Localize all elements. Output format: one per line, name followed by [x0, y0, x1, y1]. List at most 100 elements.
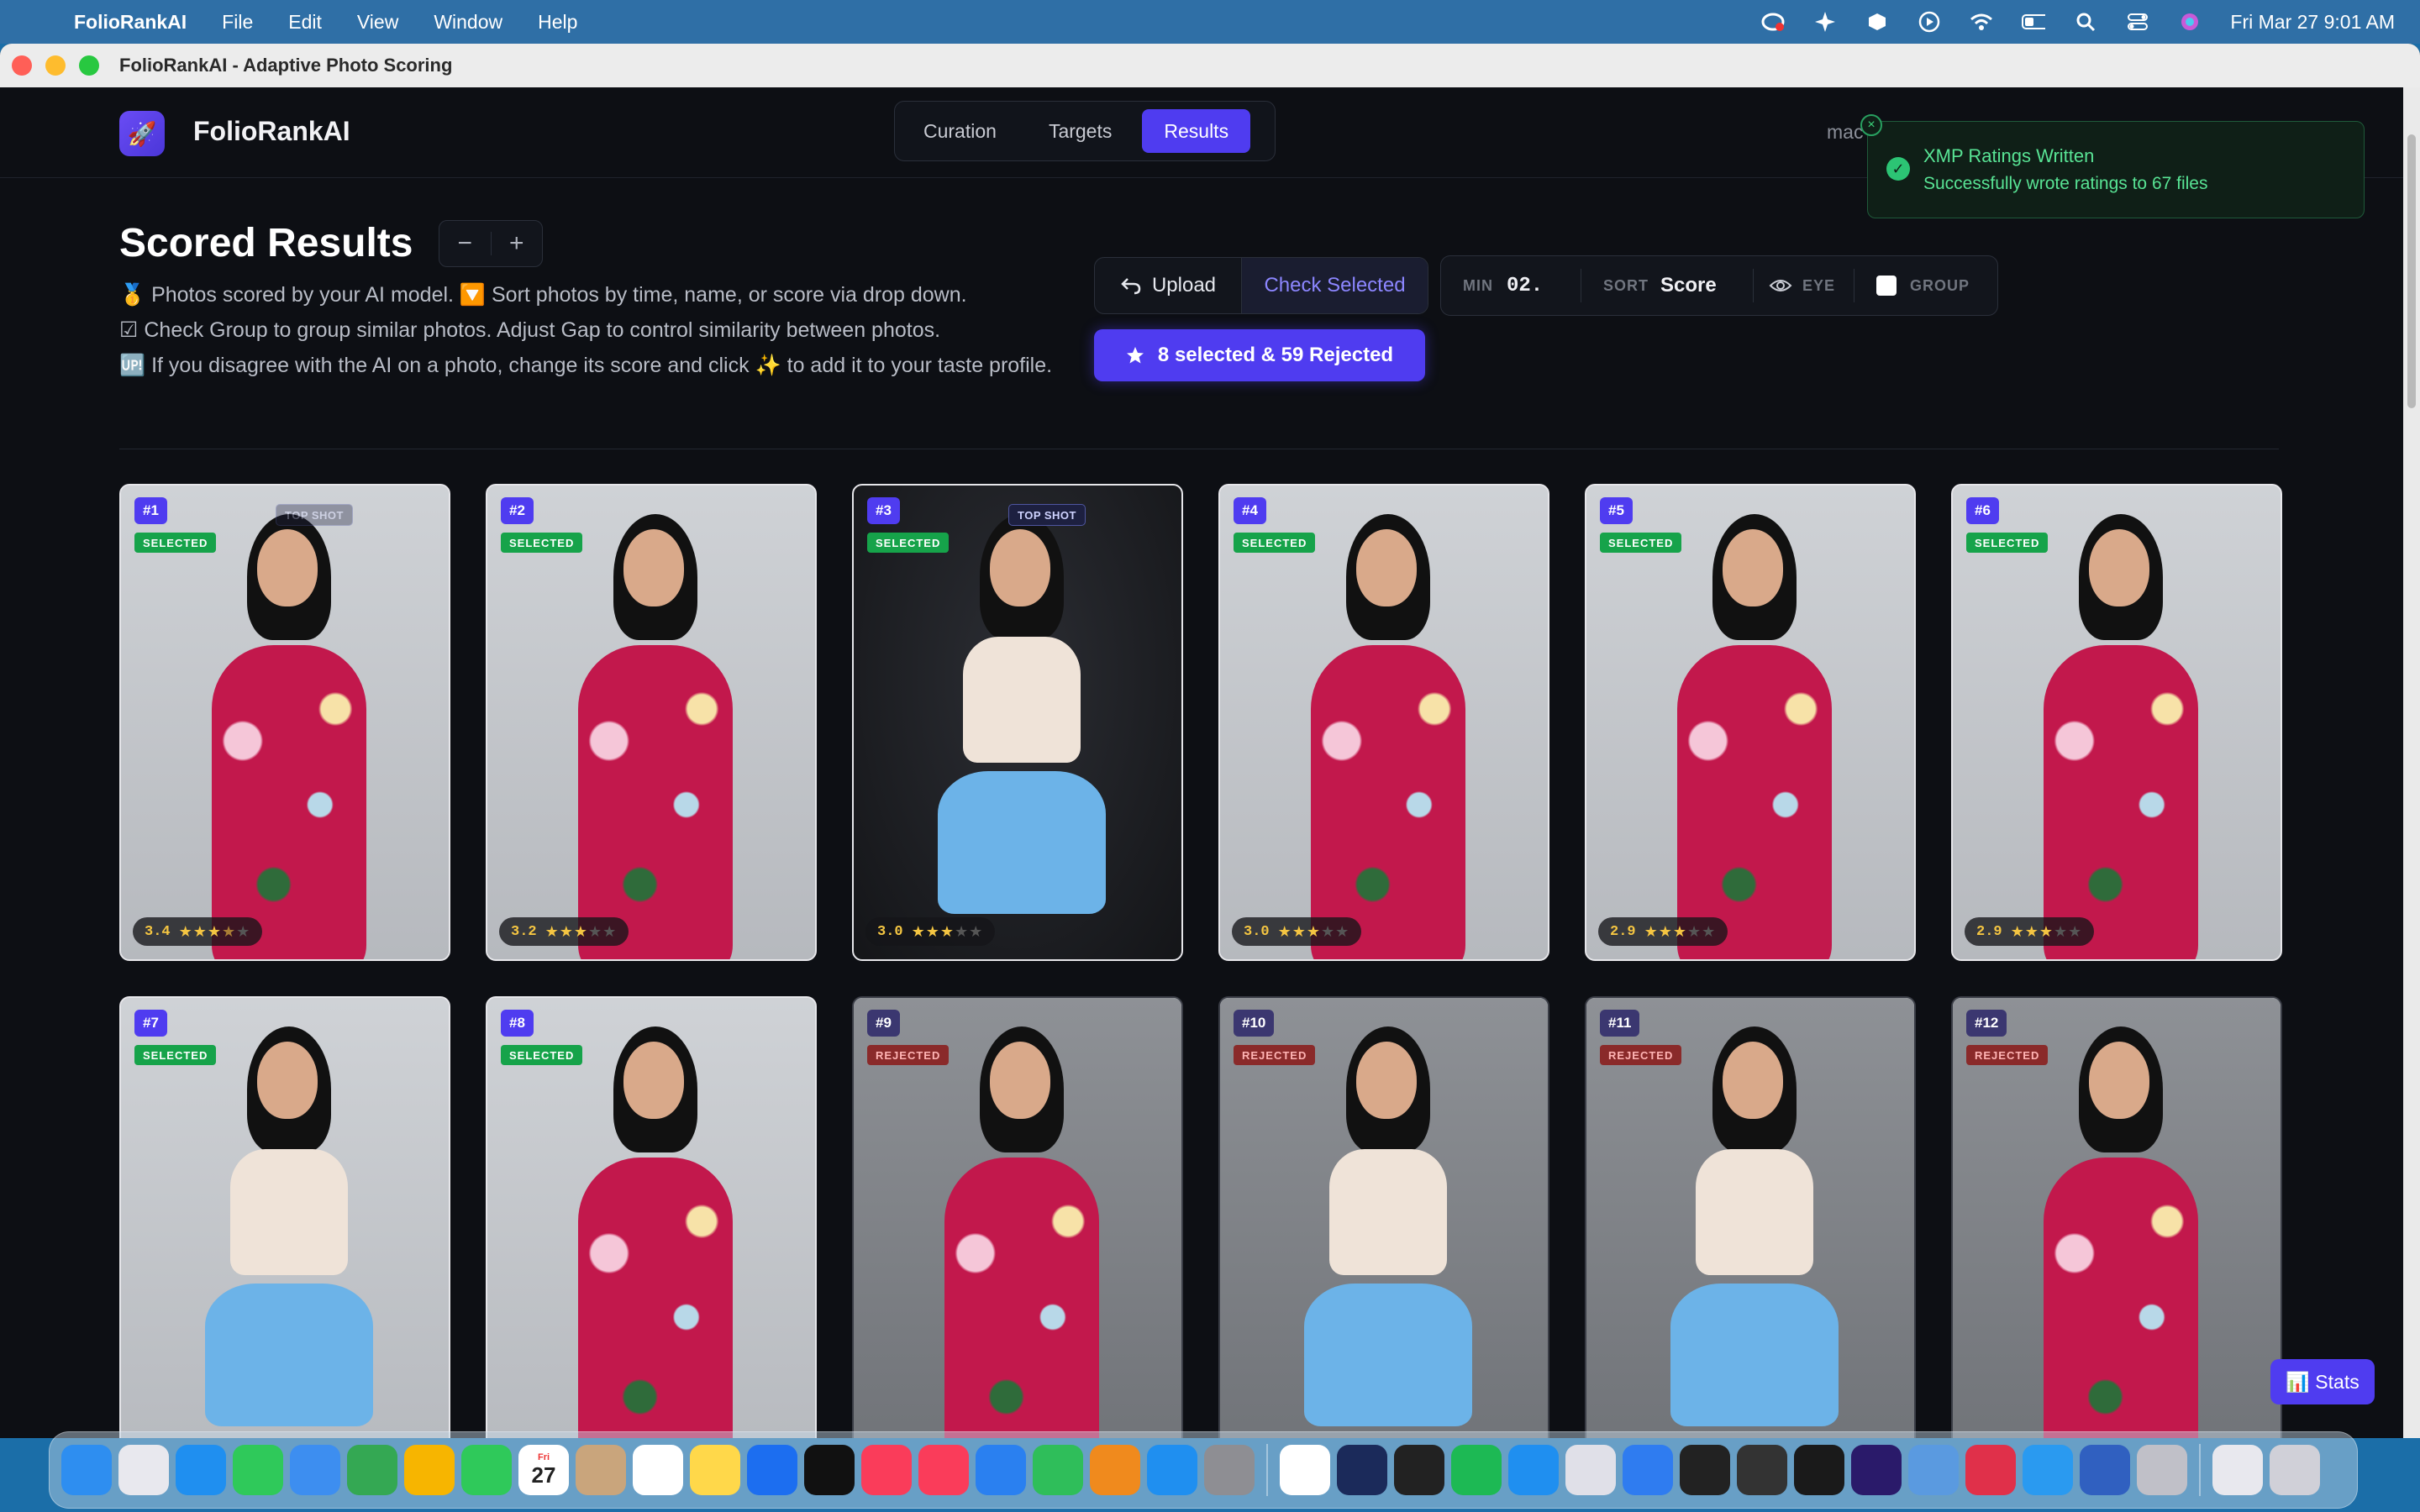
score-rating[interactable]: 2.9 ★★★★★ [1598, 917, 1728, 946]
safari-icon[interactable] [176, 1445, 226, 1495]
photo-card[interactable]: #8 SELECTED [486, 996, 817, 1438]
sparkle-icon[interactable] [1813, 10, 1837, 34]
photo-card[interactable]: #5 SELECTED 2.9 ★★★★★ [1585, 484, 1916, 961]
window-close-button[interactable] [12, 55, 32, 76]
music-icon[interactable] [861, 1445, 912, 1495]
reminders-icon[interactable] [633, 1445, 683, 1495]
xcode-icon[interactable] [1508, 1445, 1559, 1495]
contacts-icon[interactable] [576, 1445, 626, 1495]
settings-icon[interactable] [1204, 1445, 1255, 1495]
play-circle-icon[interactable] [1918, 10, 1941, 34]
user-label[interactable]: mac [1827, 121, 1863, 144]
preview-icon[interactable] [2212, 1445, 2263, 1495]
messages-icon[interactable] [233, 1445, 283, 1495]
files-icon[interactable] [1623, 1445, 1673, 1495]
trash-icon[interactable] [2270, 1445, 2320, 1495]
pages-icon[interactable] [1090, 1445, 1140, 1495]
mail-icon[interactable] [290, 1445, 340, 1495]
zoom-out-button[interactable]: − [439, 229, 491, 258]
battery-icon[interactable] [2022, 10, 2046, 34]
menu-help[interactable]: Help [538, 11, 577, 34]
menu-view[interactable]: View [357, 11, 398, 34]
score-rating[interactable]: 3.0 ★★★★★ [865, 917, 996, 946]
menu-app-name[interactable]: FolioRankAI [74, 11, 187, 34]
star-rating-icon[interactable]: ★★★★★ [2011, 923, 2083, 941]
score-rating[interactable]: 3.4 ★★★★★ [133, 917, 263, 946]
group-toggle[interactable]: GROUP [1876, 276, 1970, 296]
photo-card[interactable]: #2 SELECTED 3.2 ★★★★★ [486, 484, 817, 961]
photo-card[interactable]: #6 SELECTED 2.9 ★★★★★ [1951, 484, 2282, 961]
menubar-datetime[interactable]: Fri Mar 27 9:01 AM [2230, 11, 2395, 34]
window-scrollbar[interactable] [2403, 87, 2420, 1438]
premiere-icon[interactable] [1851, 1445, 1902, 1495]
min-score-input[interactable]: 02. [1507, 275, 1581, 297]
check-selected-button[interactable]: Check Selected [1241, 258, 1428, 313]
spotlight-search-icon[interactable] [2074, 10, 2097, 34]
selection-summary-button[interactable]: 8 selected & 59 Rejected [1094, 329, 1425, 381]
scrollbar-thumb[interactable] [2407, 134, 2416, 408]
photo-card[interactable]: #9 REJECTED [852, 996, 1183, 1438]
score-rating[interactable]: 2.9 ★★★★★ [1965, 917, 2095, 946]
launchpad-icon[interactable] [118, 1445, 169, 1495]
window-zoom-button[interactable] [79, 55, 99, 76]
tv-icon[interactable] [804, 1445, 855, 1495]
chrome-icon[interactable] [1280, 1445, 1330, 1495]
spotify-icon[interactable] [1451, 1445, 1502, 1495]
photo-card[interactable]: #10 REJECTED [1218, 996, 1549, 1438]
photo-card[interactable]: #3 SELECTED TOP SHOT 3.0 ★★★★★ [852, 484, 1183, 961]
maps-icon[interactable] [347, 1445, 397, 1495]
tab-curation[interactable]: Curation [902, 109, 1018, 153]
upload-button[interactable]: Upload [1095, 258, 1241, 313]
qq-icon[interactable] [2023, 1445, 2073, 1495]
foliorank-icon[interactable] [2137, 1445, 2187, 1495]
eye-toggle[interactable]: EYE [1769, 277, 1835, 295]
facetime-icon[interactable] [461, 1445, 512, 1495]
orb-icon[interactable] [1737, 1445, 1787, 1495]
keynote-icon[interactable] [976, 1445, 1026, 1495]
menu-edit[interactable]: Edit [288, 11, 322, 34]
hammer-icon[interactable] [2080, 1445, 2130, 1495]
photos-icon[interactable] [404, 1445, 455, 1495]
activity-monitor-icon[interactable] [1794, 1445, 1844, 1495]
photo-card[interactable]: #7 SELECTED [119, 996, 450, 1438]
news-icon[interactable] [918, 1445, 969, 1495]
sort-select[interactable]: Score [1660, 274, 1753, 297]
toast-close-icon[interactable]: × [1860, 114, 1882, 136]
siri-icon[interactable] [2178, 10, 2202, 34]
star-rating-icon[interactable]: ★★★★★ [179, 923, 251, 941]
chatgpt-icon[interactable] [1565, 1445, 1616, 1495]
control-center-icon[interactable] [2126, 10, 2149, 34]
window-minimize-button[interactable] [45, 55, 66, 76]
score-rating[interactable]: 3.0 ★★★★★ [1232, 917, 1362, 946]
tab-results[interactable]: Results [1142, 109, 1251, 153]
cube-icon[interactable] [1680, 1445, 1730, 1495]
photo-card[interactable]: #11 REJECTED [1585, 996, 1916, 1438]
creative-cloud-icon[interactable] [1965, 1445, 2016, 1495]
finder-icon[interactable] [61, 1445, 112, 1495]
stats-button[interactable]: 📊 Stats [2270, 1359, 2375, 1404]
wifi-icon[interactable] [1970, 10, 1993, 34]
menu-window[interactable]: Window [434, 11, 502, 34]
star-rating-icon[interactable]: ★★★★★ [1644, 923, 1717, 941]
photo-card[interactable]: #4 SELECTED 3.0 ★★★★★ [1218, 484, 1549, 961]
star-rating-icon[interactable]: ★★★★★ [1278, 923, 1350, 941]
star-rating-icon[interactable]: ★★★★★ [545, 923, 618, 941]
appstore-icon[interactable] [1147, 1445, 1197, 1495]
terminal-icon[interactable] [1394, 1445, 1444, 1495]
zoom-in-button[interactable]: + [492, 229, 543, 258]
photo-card[interactable]: #12 REJECTED [1951, 996, 2282, 1438]
numbers-icon[interactable] [1033, 1445, 1083, 1495]
affinity-icon[interactable] [1337, 1445, 1387, 1495]
menu-file[interactable]: File [222, 11, 253, 34]
star-rating-icon[interactable]: ★★★★★ [912, 923, 984, 941]
creative-cloud-status-icon[interactable] [1761, 10, 1785, 34]
photo-card[interactable]: #1 SELECTED TOP SHOT 3.4 ★★★★★ [119, 484, 450, 961]
notes-icon[interactable] [690, 1445, 740, 1495]
group-checkbox[interactable] [1876, 276, 1897, 296]
tab-targets[interactable]: Targets [1027, 109, 1134, 153]
disk-icon[interactable] [1908, 1445, 1959, 1495]
calendar-icon[interactable]: Fri 27 [518, 1445, 569, 1495]
freeform-icon[interactable] [747, 1445, 797, 1495]
score-rating[interactable]: 3.2 ★★★★★ [499, 917, 629, 946]
box-icon[interactable] [1865, 10, 1889, 34]
